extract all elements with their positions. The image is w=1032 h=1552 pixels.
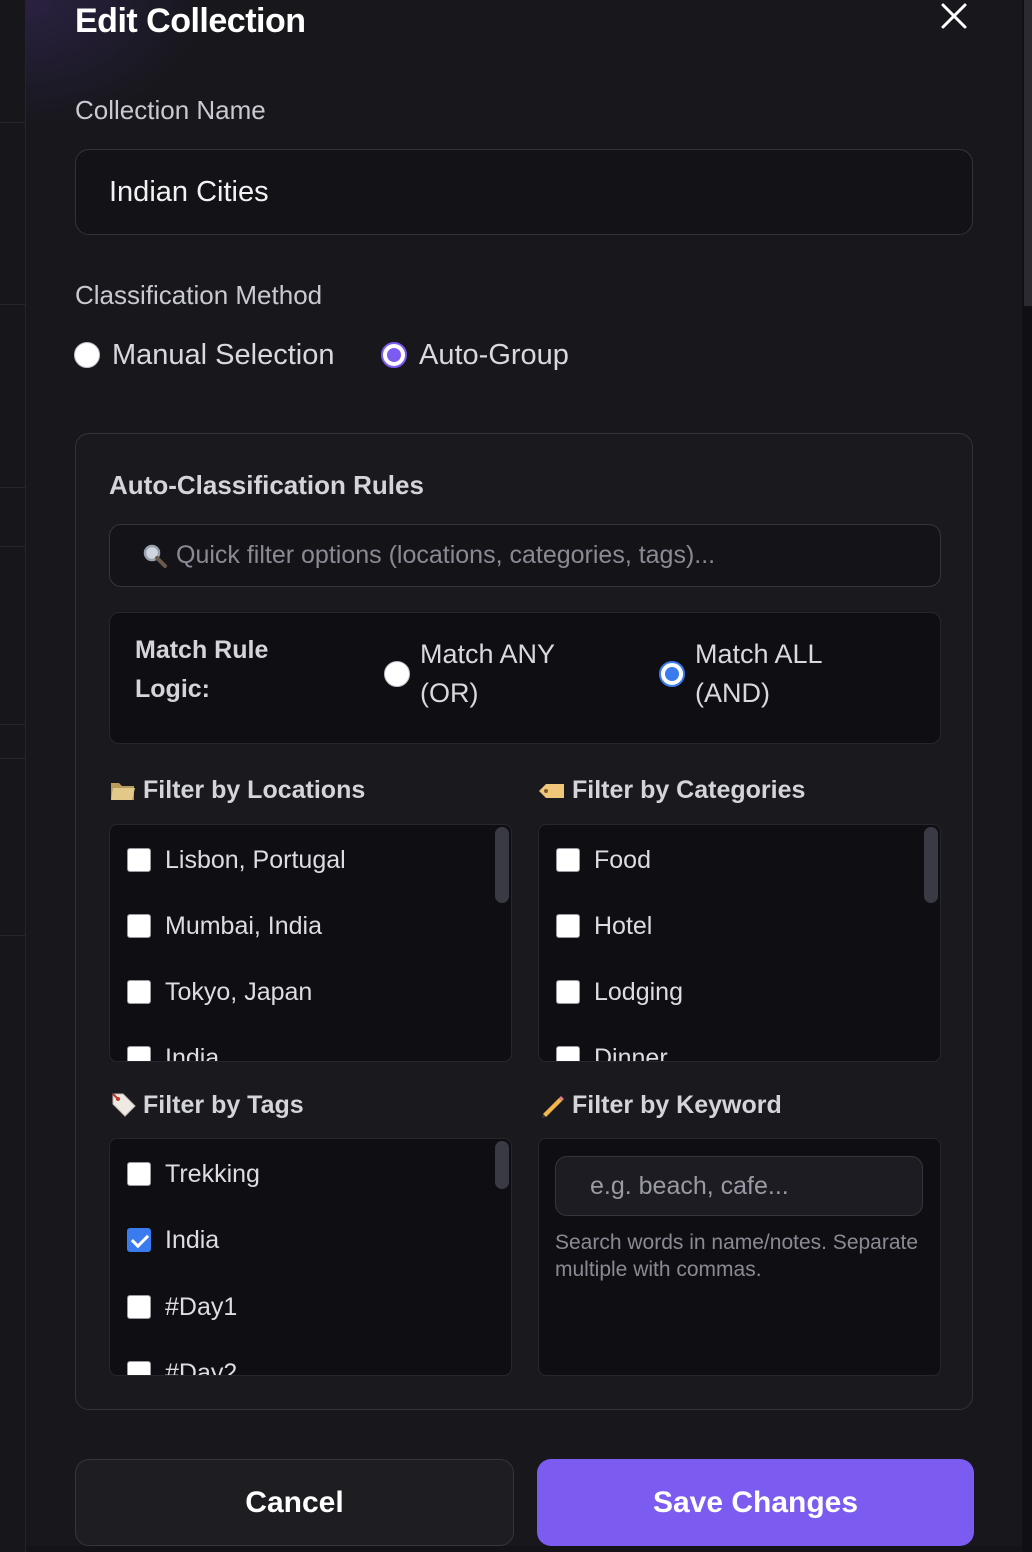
checkbox[interactable] — [556, 914, 580, 938]
checkbox[interactable] — [556, 848, 580, 872]
quick-filter-input[interactable] — [176, 541, 940, 570]
magnifier-icon — [142, 543, 168, 569]
background-divider — [0, 758, 25, 759]
checkbox[interactable] — [556, 1046, 580, 1061]
tags-heading-text: Filter by Tags — [143, 1091, 304, 1119]
background-left-edge — [0, 0, 26, 1552]
list-item[interactable]: Mumbai, India — [127, 909, 322, 943]
list-item-label: #Day2 — [165, 1358, 238, 1376]
save-changes-button[interactable]: Save Changes — [537, 1459, 974, 1546]
list-item[interactable]: Lisbon, Portugal — [127, 843, 346, 877]
match-rule-logic: Match Rule Logic: Match ANY (OR) Match A… — [109, 612, 941, 744]
checkbox[interactable] — [127, 1162, 151, 1186]
match-logic-label: Match Rule Logic: — [135, 636, 269, 703]
list-item-label: Dinner — [594, 1043, 668, 1062]
list-item-label: Trekking — [165, 1159, 260, 1188]
checkbox-checked[interactable] — [127, 1228, 151, 1252]
match-all-label: Match ALL (AND) — [695, 639, 822, 708]
background-scrollbar — [1022, 0, 1032, 1552]
pencil-icon — [538, 1092, 566, 1120]
list-item-label: India — [165, 1043, 220, 1062]
scrollbar[interactable] — [924, 825, 938, 905]
list-item-label: Lisbon, Portugal — [165, 845, 346, 874]
radio-unchecked[interactable] — [74, 342, 100, 368]
list-item[interactable]: #Day2 — [127, 1356, 238, 1376]
list-item-label: #Day1 — [165, 1292, 238, 1321]
close-icon — [941, 3, 967, 29]
tags-heading: Filter by Tags — [109, 1091, 304, 1120]
categories-list[interactable]: Food Hotel Lodging Dinner — [538, 824, 941, 1062]
list-item[interactable]: India — [127, 1223, 219, 1257]
keyword-heading-text: Filter by Keyword — [572, 1091, 782, 1119]
close-button[interactable] — [938, 0, 970, 32]
auto-group-radio[interactable]: Auto-Group — [381, 336, 569, 374]
collection-name-label: Collection Name — [75, 95, 266, 125]
match-any-label: Match ANY (OR) — [420, 639, 555, 708]
collection-name-input[interactable] — [75, 149, 973, 235]
folder-icon — [109, 777, 137, 805]
manual-selection-label: Manual Selection — [112, 338, 335, 371]
list-item-label: India — [165, 1225, 220, 1254]
tags-list[interactable]: Trekking India #Day1 #Day2 — [109, 1138, 512, 1376]
list-item-label: Lodging — [594, 977, 683, 1006]
keyword-help-text: Search words in name/notes. Separate mul… — [555, 1231, 919, 1281]
radio-unchecked[interactable] — [384, 661, 410, 687]
list-item-label: Food — [594, 845, 651, 874]
list-item[interactable]: Hotel — [556, 909, 652, 943]
background-divider — [0, 724, 25, 725]
auto-classification-panel: Auto-Classification Rules Match Rule Log… — [75, 433, 973, 1410]
list-item[interactable]: Food — [556, 843, 651, 877]
keyword-input[interactable] — [555, 1156, 923, 1216]
background-divider — [0, 935, 25, 936]
list-item[interactable]: Trekking — [127, 1157, 260, 1191]
list-item-label: Mumbai, India — [165, 911, 323, 940]
background-divider — [0, 122, 25, 123]
quick-filter[interactable] — [109, 524, 941, 587]
modal-title: Edit Collection — [75, 2, 306, 40]
panel-title: Auto-Classification Rules — [109, 470, 424, 500]
manual-selection-radio[interactable]: Manual Selection — [74, 336, 334, 374]
label-tag-icon — [538, 777, 566, 805]
cancel-button[interactable]: Cancel — [75, 1459, 514, 1546]
categories-heading: Filter by Categories — [538, 776, 805, 805]
checkbox[interactable] — [127, 914, 151, 938]
radio-checked[interactable] — [659, 661, 685, 687]
checkbox[interactable] — [127, 980, 151, 1004]
tag-icon — [109, 1092, 137, 1120]
list-item-label: Hotel — [594, 911, 653, 940]
checkbox[interactable] — [127, 848, 151, 872]
edit-collection-modal: Edit Collection Collection Name Classifi… — [26, 0, 1022, 1546]
list-item[interactable]: #Day1 — [127, 1290, 237, 1324]
locations-list[interactable]: Lisbon, Portugal Mumbai, India Tokyo, Ja… — [109, 824, 512, 1062]
list-item[interactable]: India — [127, 1041, 220, 1062]
keyword-heading: Filter by Keyword — [538, 1091, 782, 1120]
auto-group-label: Auto-Group — [419, 338, 569, 371]
locations-heading-text: Filter by Locations — [143, 776, 366, 804]
scrollbar[interactable] — [495, 1139, 509, 1219]
match-all-option[interactable]: Match ALL (AND) — [659, 635, 855, 713]
checkbox[interactable] — [127, 1295, 151, 1319]
background-divider — [0, 546, 25, 547]
checkbox[interactable] — [127, 1361, 151, 1375]
background-divider — [0, 304, 25, 305]
locations-heading: Filter by Locations — [109, 776, 365, 805]
list-item[interactable]: Lodging — [556, 975, 683, 1009]
checkbox[interactable] — [556, 980, 580, 1004]
cancel-button-label: Cancel — [245, 1485, 344, 1519]
checkbox[interactable] — [127, 1046, 151, 1061]
background-divider — [0, 487, 25, 488]
scrollbar[interactable] — [495, 825, 509, 905]
classification-method-label: Classification Method — [75, 280, 323, 310]
match-any-option[interactable]: Match ANY (OR) — [384, 635, 580, 713]
list-item[interactable]: Dinner — [556, 1041, 668, 1062]
list-item-label: Tokyo, Japan — [165, 977, 313, 1006]
list-item[interactable]: Tokyo, Japan — [127, 975, 312, 1009]
save-button-label: Save Changes — [652, 1485, 859, 1519]
keyword-box: Search words in name/notes. Separate mul… — [538, 1138, 941, 1376]
categories-heading-text: Filter by Categories — [572, 776, 806, 804]
radio-checked[interactable] — [381, 342, 407, 368]
